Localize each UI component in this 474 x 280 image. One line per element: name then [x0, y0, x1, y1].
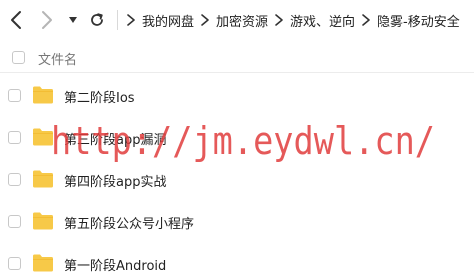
folder-icon — [33, 212, 53, 230]
breadcrumb: 我的网盘 加密资源 游戏、逆向 隐雾-移动安全 — [122, 0, 460, 40]
list-item[interactable]: 第四阶段app实战 — [0, 160, 474, 202]
folder-icon — [33, 128, 53, 146]
file-name[interactable]: 第二阶段Ios — [64, 87, 135, 106]
file-list: 第二阶段Ios 第三阶段app漏洞 第四阶段app实战 第五阶段公众号小程序 第… — [0, 76, 474, 280]
caret-down-icon — [69, 17, 77, 23]
file-browser-page: 我的网盘 加密资源 游戏、逆向 隐雾-移动安全 文件名 第二阶段Ios 第三阶段… — [0, 0, 474, 280]
list-item[interactable]: 第一阶段Android — [0, 244, 474, 280]
forward-button[interactable] — [37, 9, 57, 31]
row-checkbox[interactable] — [8, 173, 21, 186]
file-name[interactable]: 第四阶段app实战 — [64, 171, 166, 190]
list-item[interactable]: 第二阶段Ios — [0, 76, 474, 118]
list-item[interactable]: 第三阶段app漏洞 — [0, 118, 474, 160]
breadcrumb-item-my-drive[interactable]: 我的网盘 — [142, 11, 194, 30]
chevron-right-icon — [201, 14, 209, 26]
chevron-right-icon — [42, 11, 52, 29]
file-name[interactable]: 第五阶段公众号小程序 — [64, 213, 194, 232]
select-all-checkbox[interactable] — [12, 51, 25, 64]
chevron-left-icon — [11, 11, 21, 29]
file-name[interactable]: 第三阶段app漏洞 — [64, 129, 166, 148]
back-button[interactable] — [6, 9, 26, 31]
folder-icon — [33, 170, 53, 188]
refresh-button[interactable] — [86, 10, 108, 30]
row-checkbox[interactable] — [8, 89, 21, 102]
history-dropdown-button[interactable] — [66, 12, 80, 28]
list-item[interactable]: 第五阶段公众号小程序 — [0, 202, 474, 244]
row-checkbox[interactable] — [8, 257, 21, 270]
breadcrumb-item-current-folder[interactable]: 隐雾-移动安全 — [377, 11, 460, 30]
breadcrumb-item-encrypted-resources[interactable]: 加密资源 — [216, 11, 268, 30]
column-header-filename[interactable]: 文件名 — [38, 49, 77, 68]
row-checkbox[interactable] — [8, 131, 21, 144]
chevron-right-icon — [127, 14, 135, 26]
toolbar-divider — [117, 10, 118, 30]
file-name[interactable]: 第一阶段Android — [64, 255, 166, 274]
chevron-right-icon — [275, 14, 283, 26]
folder-icon — [33, 86, 53, 104]
refresh-icon — [91, 13, 103, 26]
chevron-right-icon — [362, 14, 370, 26]
list-column-header: 文件名 — [0, 44, 474, 73]
breadcrumb-item-games-reverse[interactable]: 游戏、逆向 — [290, 11, 355, 30]
row-checkbox[interactable] — [8, 215, 21, 228]
folder-icon — [33, 254, 53, 272]
navigation-bar: 我的网盘 加密资源 游戏、逆向 隐雾-移动安全 — [0, 0, 474, 40]
